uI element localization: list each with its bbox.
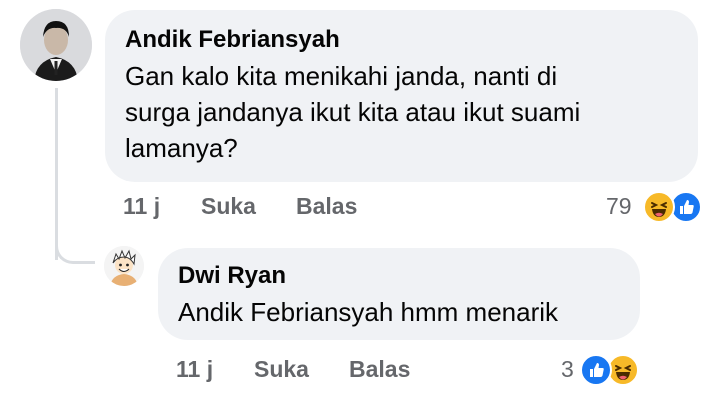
reply-timestamp[interactable]: 11 j bbox=[176, 356, 213, 383]
comment-timestamp[interactable]: 11 j bbox=[123, 193, 160, 220]
reply-button[interactable]: Balas bbox=[296, 193, 357, 220]
like-button[interactable]: Suka bbox=[254, 356, 309, 383]
comment-bubble: Andik Febriansyah Gan kalo kita menikahi… bbox=[105, 10, 698, 182]
reply-text: Andik Febriansyah hmm menarik bbox=[178, 297, 559, 327]
reply-author[interactable]: Dwi Ryan bbox=[178, 260, 620, 292]
reply-avatar[interactable] bbox=[104, 246, 144, 286]
comment-text-line: Gan kalo kita menikahi janda, nanti di bbox=[125, 61, 558, 91]
reaction-count[interactable]: 79 bbox=[606, 193, 632, 220]
thread-line-connector bbox=[55, 238, 95, 264]
like-button[interactable]: Suka bbox=[201, 193, 256, 220]
like-icon[interactable] bbox=[580, 354, 612, 386]
haha-icon[interactable] bbox=[643, 191, 675, 223]
reply-bubble: Dwi Ryan Andik Febriansyah hmm menarik bbox=[158, 248, 640, 340]
thread-line bbox=[55, 88, 58, 260]
reply-button[interactable]: Balas bbox=[349, 356, 410, 383]
comment-text: Gan kalo kita menikahi janda, nanti di s… bbox=[125, 58, 678, 166]
avatar[interactable] bbox=[20, 9, 92, 81]
reaction-count[interactable]: 3 bbox=[561, 356, 574, 383]
comment-author[interactable]: Andik Febriansyah bbox=[125, 24, 678, 56]
comment-text-line: surga jandanya ikut kita atau ikut suami bbox=[125, 97, 581, 127]
comment-text-line: lamanya? bbox=[125, 133, 238, 163]
